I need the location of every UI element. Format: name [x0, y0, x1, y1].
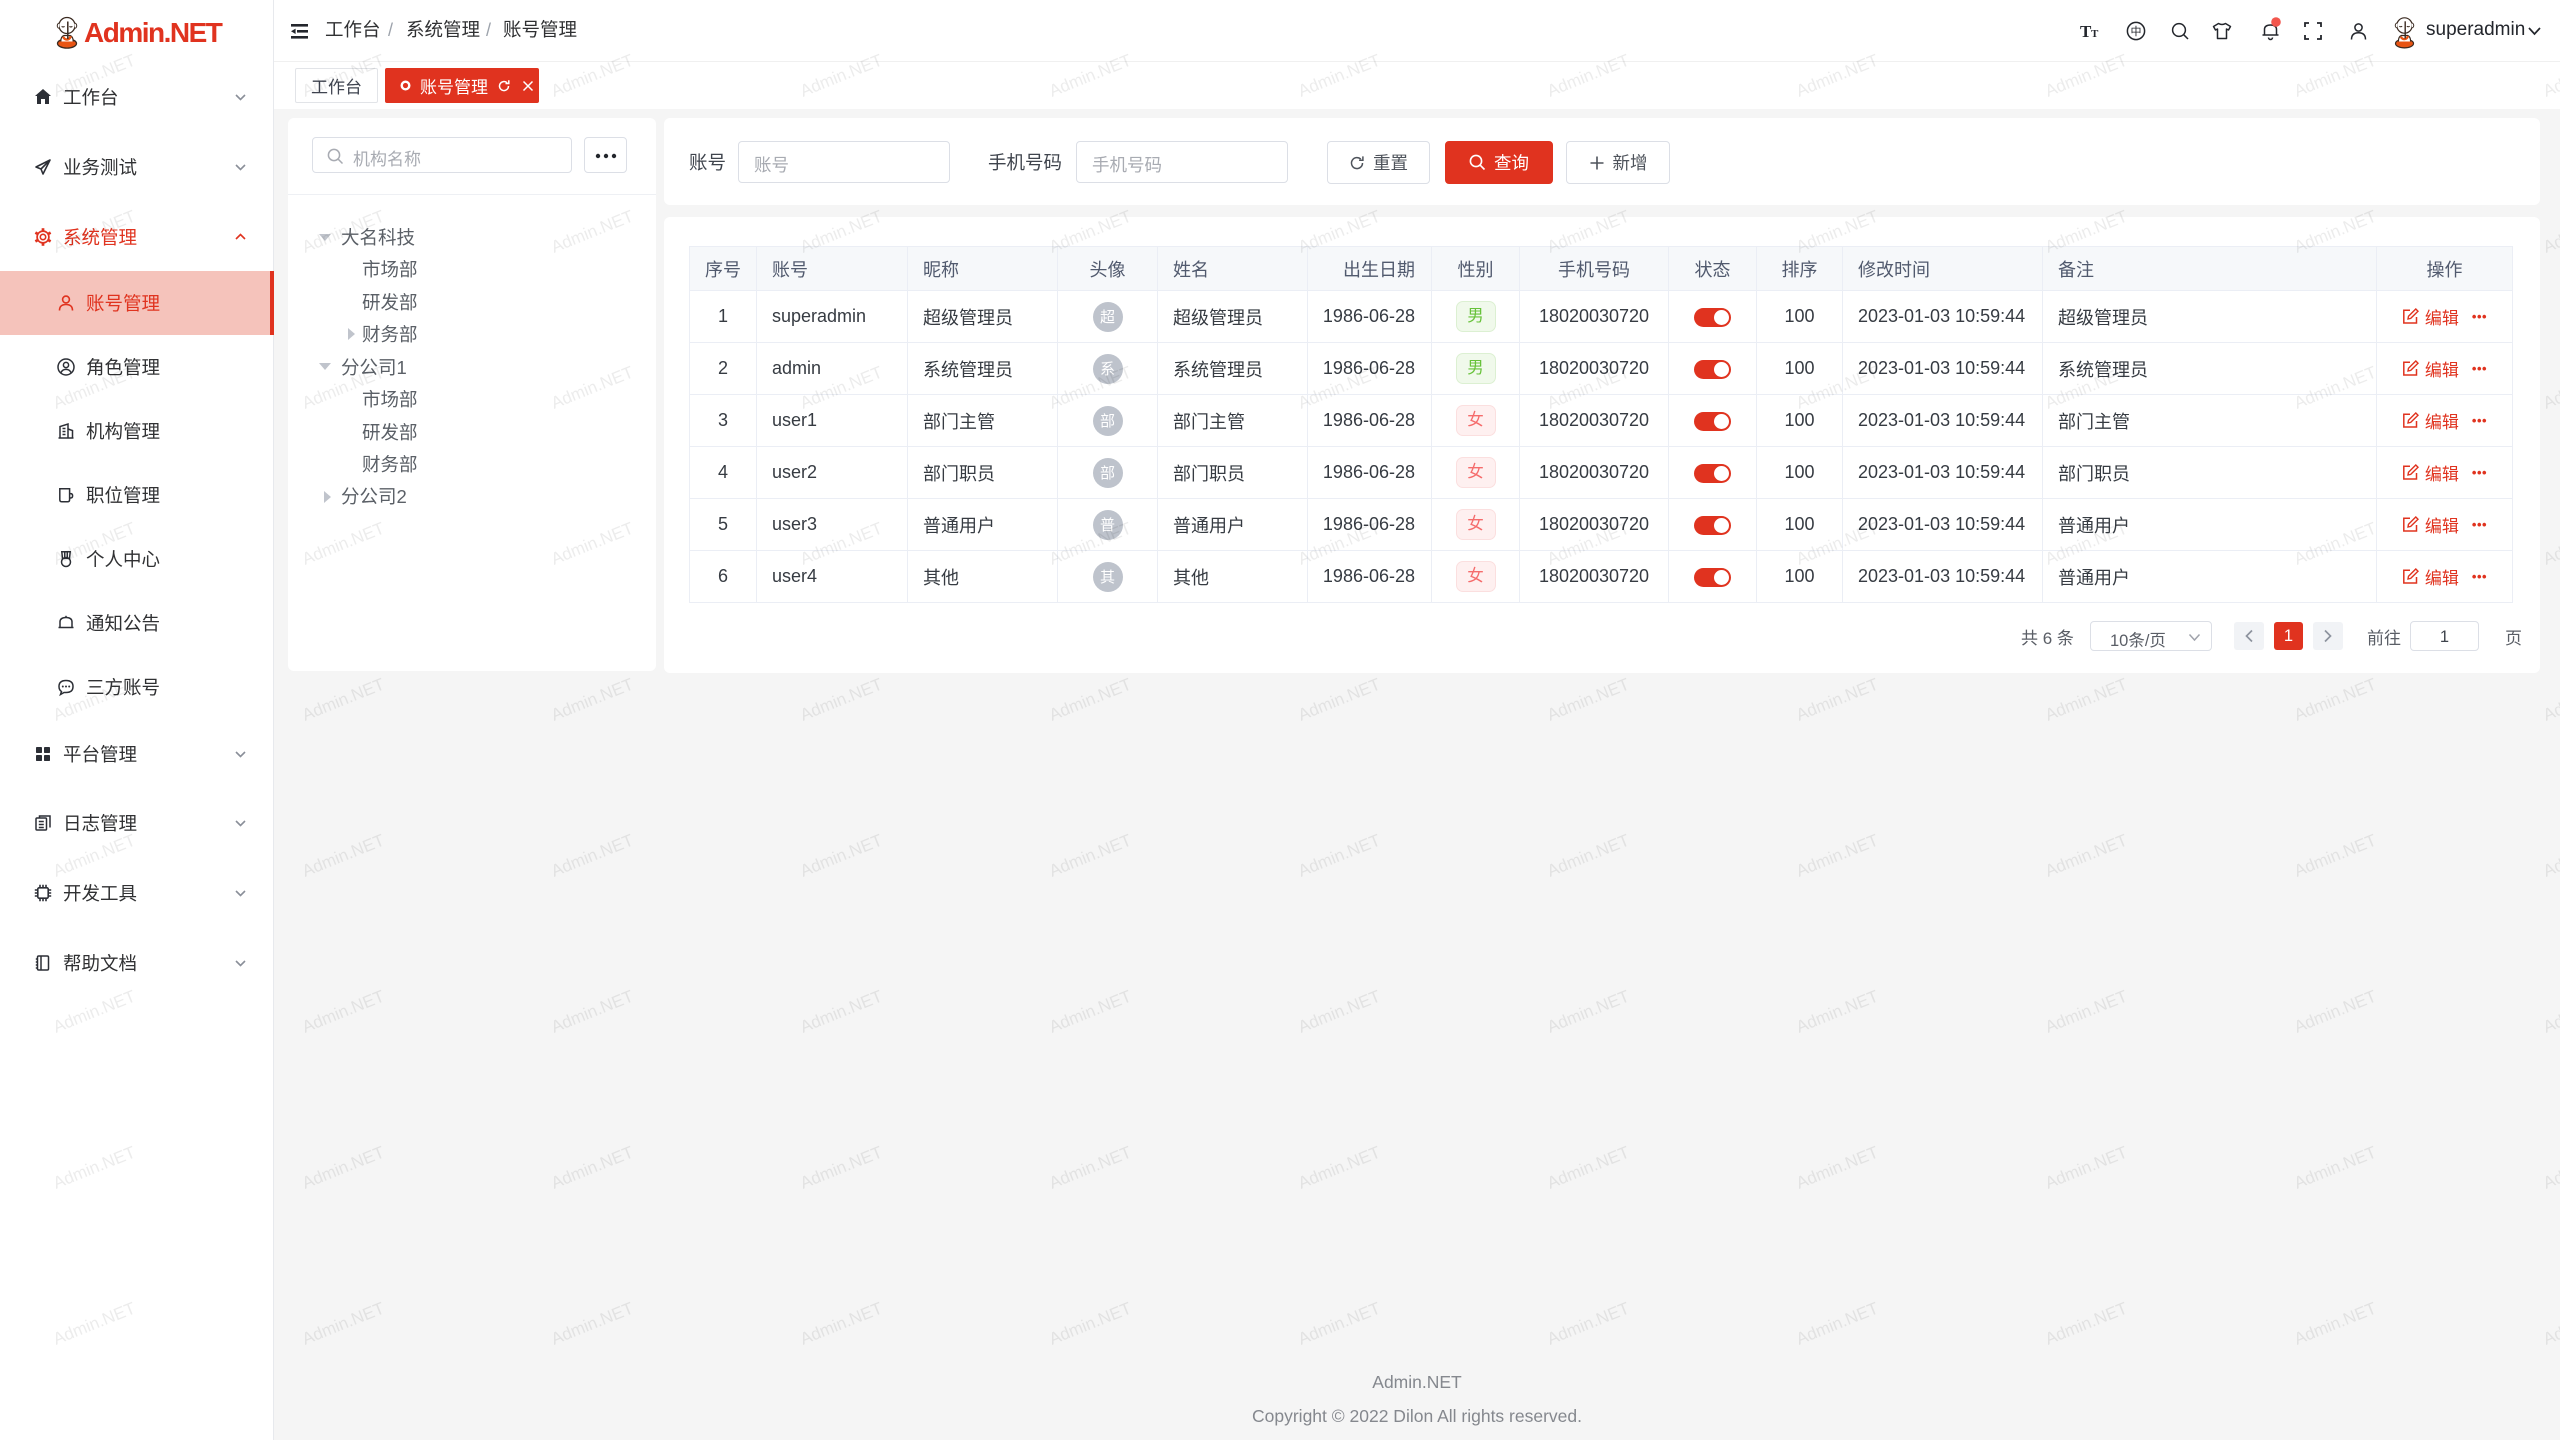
svg-text:中: 中 — [2131, 25, 2142, 38]
svg-text:T: T — [2091, 28, 2099, 40]
